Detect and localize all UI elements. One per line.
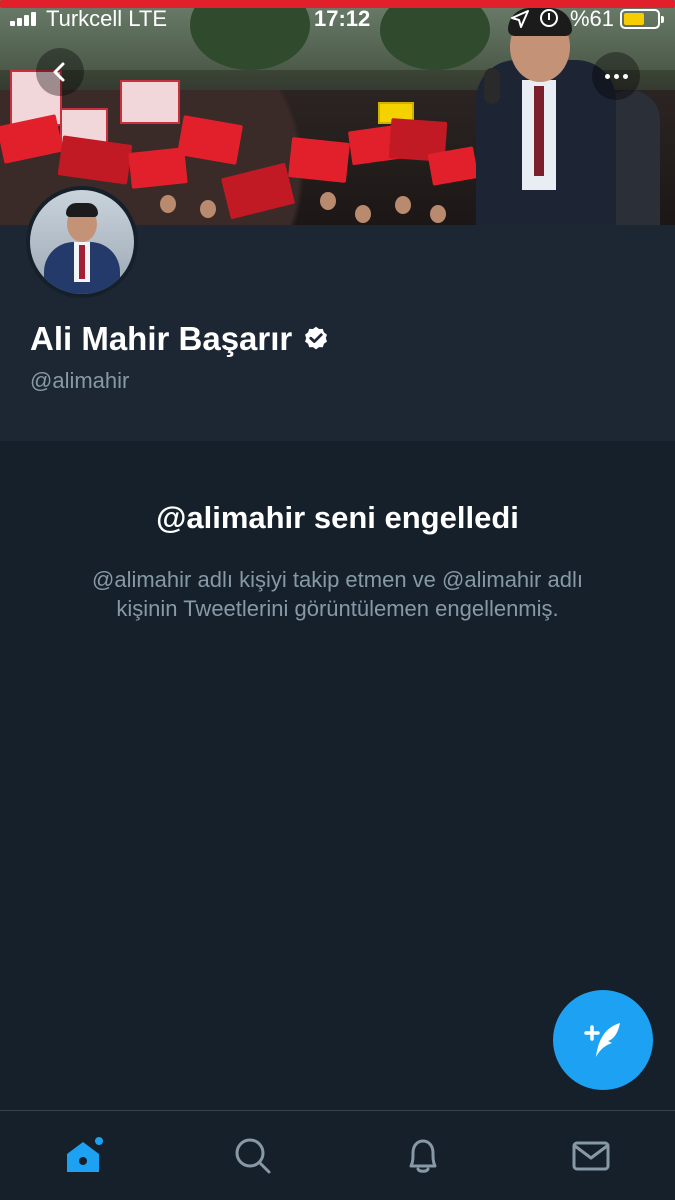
- profile-name-row: Ali Mahir Başarır: [30, 320, 330, 358]
- home-icon: [67, 1137, 103, 1172]
- carrier-label: Turkcell LTE: [46, 6, 168, 31]
- banner-person: [355, 205, 371, 223]
- banner-person: [160, 195, 176, 213]
- signal-icon: [10, 12, 36, 26]
- location-icon: [511, 10, 529, 28]
- verified-badge-icon: [305, 326, 328, 350]
- search-icon: [235, 1138, 271, 1174]
- blocked-title: @alimahir seni engelledi: [156, 500, 519, 535]
- more-options-button[interactable]: [592, 52, 640, 100]
- banner-speaker-tie: [534, 86, 544, 176]
- status-bar: Turkcell LTE 17:12 %61: [0, 0, 675, 38]
- chevron-left-icon: [53, 62, 65, 82]
- more-dots-icon: [604, 73, 628, 79]
- battery-icon: [620, 9, 664, 29]
- avatar-photo: [30, 190, 134, 294]
- back-button[interactable]: [36, 48, 84, 96]
- battery-fill: [624, 13, 644, 25]
- tab-messages[interactable]: [536, 1111, 646, 1200]
- banner-flag: [288, 137, 350, 183]
- blocked-description: @alimahir adlı kişiyi takip etmen ve @al…: [92, 567, 583, 621]
- banner-sign: [120, 80, 180, 124]
- bottom-tab-bar: [0, 1110, 675, 1200]
- tab-search[interactable]: [198, 1111, 308, 1200]
- avatar[interactable]: [26, 186, 138, 298]
- banner-person: [200, 200, 216, 218]
- compose-tweet-icon: [584, 1023, 620, 1057]
- status-time: 17:12: [314, 6, 371, 31]
- compose-tweet-button[interactable]: [553, 990, 653, 1090]
- battery-percent: %61: [570, 6, 615, 31]
- alarm-icon: [540, 9, 558, 27]
- tab-notifications[interactable]: [368, 1111, 478, 1200]
- profile-handle: @alimahir: [30, 368, 130, 393]
- banner-person: [320, 192, 336, 210]
- banner-microphone: [484, 68, 500, 104]
- tab-home[interactable]: [30, 1111, 140, 1200]
- profile-name: Ali Mahir Başarır: [30, 320, 293, 357]
- bell-icon: [409, 1139, 437, 1173]
- banner-person: [430, 205, 446, 223]
- banner-person: [395, 196, 411, 214]
- mail-icon: [572, 1141, 610, 1171]
